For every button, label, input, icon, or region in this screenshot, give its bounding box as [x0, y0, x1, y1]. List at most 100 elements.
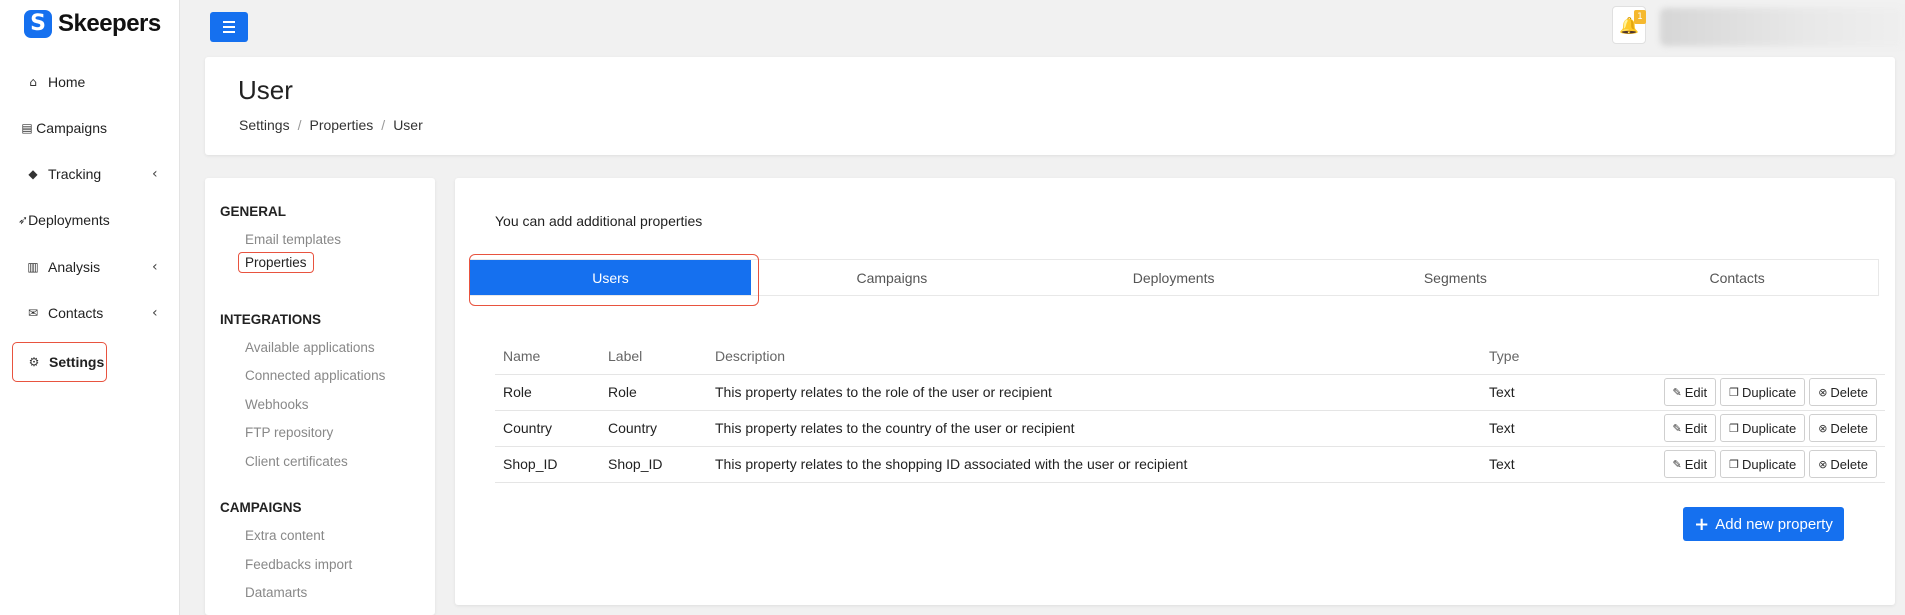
menu-section-integrations: INTEGRATIONS [220, 312, 321, 327]
edit-button[interactable]: ✎ Edit [1663, 450, 1717, 478]
tab-users[interactable]: Users [470, 260, 751, 295]
sidebar-item-label: Deployments [28, 212, 110, 228]
breadcrumb-settings[interactable]: Settings [239, 117, 290, 133]
plus-icon: + [1694, 513, 1710, 535]
delete-button[interactable]: ⊗ Delete [1809, 414, 1877, 442]
cell-type: Text [1481, 446, 1591, 483]
sidebar-item-label: Tracking [48, 166, 102, 182]
duplicate-button[interactable]: ❐ Duplicate [1720, 450, 1806, 478]
cell-name: Country [495, 410, 600, 447]
cell-actions: ✎ Edit ❐ Duplicate ⊗ Delete [1591, 446, 1885, 483]
sidebar-item-deployments[interactable]: ➶ Deployments [12, 200, 110, 240]
delete-label: Delete [1830, 384, 1868, 400]
sidebar-item-label: Settings [49, 354, 105, 370]
table-header-row: Name Label Description Type [495, 338, 1885, 375]
table-row: Role Role This property relates to the r… [495, 374, 1885, 411]
tab-contacts[interactable]: Contacts [1596, 260, 1878, 295]
sidebar-item-settings[interactable]: ⚙ Settings [12, 342, 107, 382]
breadcrumb-separator: / [297, 117, 302, 133]
sidebar-item-label: Home [48, 74, 86, 90]
tab-segments[interactable]: Segments [1315, 260, 1597, 295]
hamburger-icon [223, 21, 235, 23]
menu-link-datamarts[interactable]: Datamarts [245, 585, 307, 600]
edit-button[interactable]: ✎ Edit [1663, 378, 1717, 406]
edit-icon: ✎ [1672, 421, 1682, 435]
menu-link-webhooks[interactable]: Webhooks [245, 397, 309, 412]
page-header: User Settings / Properties / User [205, 57, 1895, 155]
cell-actions: ✎ Edit ❐ Duplicate ⊗ Delete [1591, 410, 1885, 447]
notification-badge: 1 [1634, 10, 1646, 24]
table-row: Shop_ID Shop_ID This property relates to… [495, 446, 1885, 483]
intro-text: You can add additional properties [495, 213, 703, 229]
edit-icon: ✎ [1672, 385, 1682, 399]
edit-label: Edit [1684, 384, 1708, 400]
rocket-icon: ➶ [18, 213, 29, 227]
properties-panel: You can add additional properties Users … [455, 178, 1895, 605]
menu-link-feedbacks-import[interactable]: Feedbacks import [245, 557, 352, 572]
sidebar-item-campaigns[interactable]: ▤ Campaigns [12, 108, 107, 148]
edit-label: Edit [1684, 420, 1708, 436]
times-circle-icon: ⊗ [1818, 421, 1828, 435]
notifications-button[interactable]: 🔔 1 [1612, 6, 1646, 44]
delete-button[interactable]: ⊗ Delete [1809, 378, 1877, 406]
breadcrumb-separator: / [381, 117, 386, 133]
duplicate-button[interactable]: ❐ Duplicate [1720, 414, 1806, 442]
gear-icon: ⚙ [28, 355, 40, 369]
column-header-description: Description [707, 338, 1481, 375]
duplicate-label: Duplicate [1742, 420, 1797, 436]
cell-description: This property relates to the shopping ID… [707, 446, 1481, 483]
delete-button[interactable]: ⊗ Delete [1809, 450, 1877, 478]
delete-label: Delete [1830, 420, 1868, 436]
sidebar-item-label: Contacts [48, 305, 104, 321]
cell-label: Country [600, 410, 707, 447]
duplicate-label: Duplicate [1742, 384, 1797, 400]
sidebar-item-home[interactable]: ⌂ Home [12, 62, 107, 102]
chevron-left-icon[interactable]: ‹ [152, 259, 158, 275]
logo[interactable]: S Skeepers [24, 10, 161, 38]
page-title: User [238, 75, 293, 105]
edit-label: Edit [1684, 456, 1708, 472]
envelope-icon: ✉ [27, 306, 39, 320]
sidebar-item-contacts[interactable]: ✉ Contacts ‹ [12, 293, 158, 333]
bar-chart-icon: ▥ [27, 260, 39, 274]
chevron-left-icon[interactable]: ‹ [152, 166, 158, 182]
cell-description: This property relates to the role of the… [707, 374, 1481, 411]
cell-type: Text [1481, 410, 1591, 447]
menu-section-campaigns: CAMPAIGNS [220, 500, 302, 515]
add-new-property-button[interactable]: + Add new property [1683, 507, 1844, 541]
edit-icon: ✎ [1672, 457, 1682, 471]
duplicate-label: Duplicate [1742, 456, 1797, 472]
breadcrumb: Settings / Properties / User [239, 117, 423, 133]
copy-icon: ❐ [1729, 421, 1739, 435]
menu-link-extra-content[interactable]: Extra content [245, 528, 325, 543]
sidebar-item-analysis[interactable]: ▥ Analysis ‹ [12, 247, 157, 287]
menu-link-properties[interactable]: Properties [238, 252, 314, 273]
breadcrumb-user: User [393, 117, 423, 133]
column-header-label: Label [600, 338, 707, 375]
hamburger-icon-line [223, 31, 235, 33]
properties-table: Name Label Description Type Role Role Th… [495, 338, 1885, 483]
logo-mark: S [24, 10, 52, 38]
cell-label: Shop_ID [600, 446, 707, 483]
menu-link-ftp-repository[interactable]: FTP repository [245, 425, 333, 440]
menu-link-client-certificates[interactable]: Client certificates [245, 454, 348, 469]
menu-link-available-applications[interactable]: Available applications [245, 340, 375, 355]
duplicate-button[interactable]: ❐ Duplicate [1720, 378, 1806, 406]
times-circle-icon: ⊗ [1818, 385, 1828, 399]
menu-toggle-button[interactable] [210, 12, 248, 42]
edit-button[interactable]: ✎ Edit [1663, 414, 1717, 442]
sidebar-item-tracking[interactable]: ◆ Tracking ‹ [12, 154, 157, 194]
sidebar-item-label: Analysis [48, 259, 101, 275]
breadcrumb-properties[interactable]: Properties [309, 117, 373, 133]
menu-link-connected-applications[interactable]: Connected applications [245, 368, 385, 383]
chevron-left-icon[interactable]: ‹ [152, 305, 158, 321]
tag-icon: ◆ [28, 167, 38, 181]
home-icon: ⌂ [29, 75, 37, 89]
cell-name: Shop_ID [495, 446, 600, 483]
menu-section-general: GENERAL [220, 204, 287, 219]
column-header-name: Name [495, 338, 600, 375]
tab-campaigns[interactable]: Campaigns [751, 260, 1033, 295]
menu-link-email-templates[interactable]: Email templates [245, 232, 341, 247]
tab-deployments[interactable]: Deployments [1033, 260, 1315, 295]
user-profile-menu[interactable] [1660, 8, 1905, 46]
